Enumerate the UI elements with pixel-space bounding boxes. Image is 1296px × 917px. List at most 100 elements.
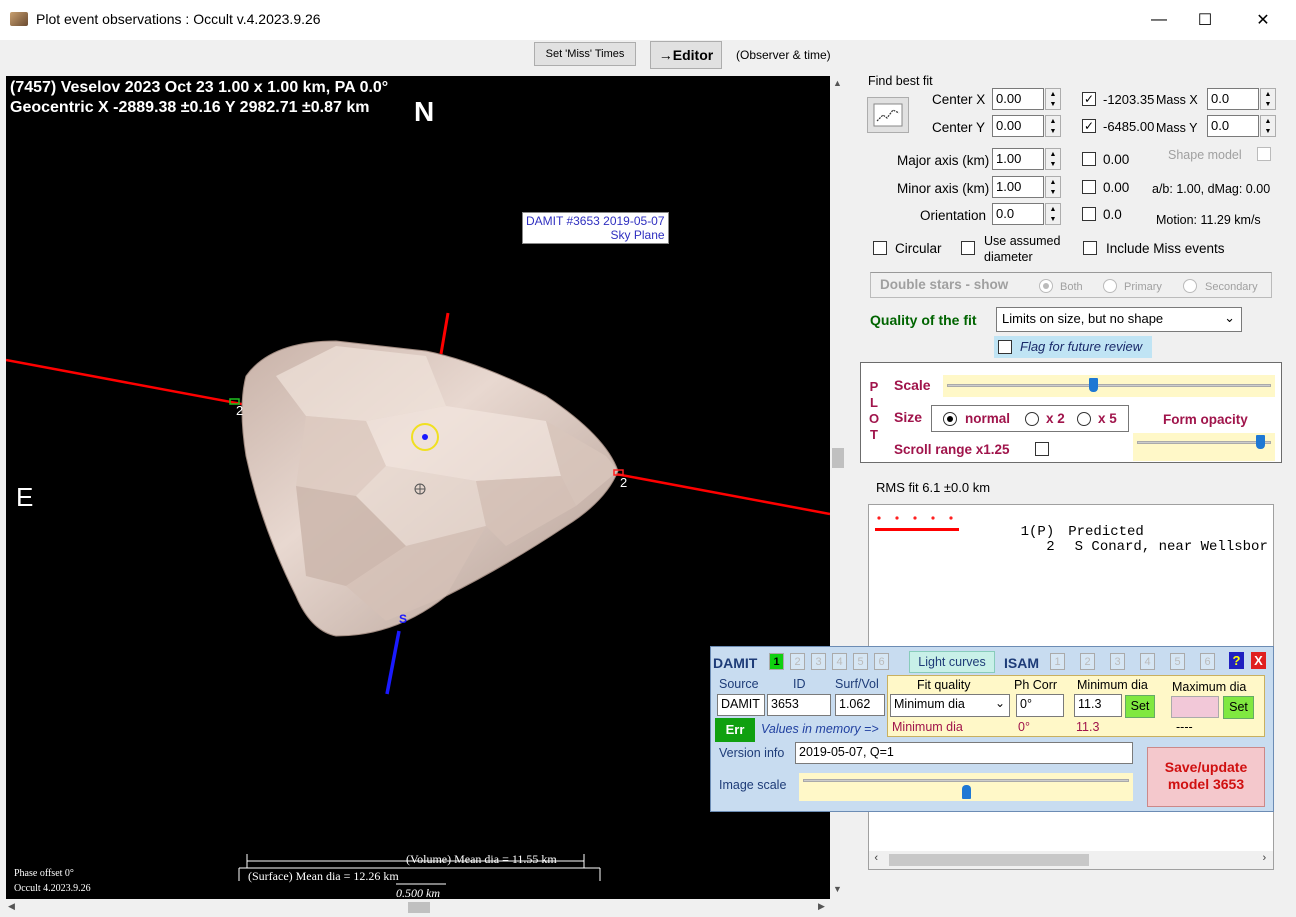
scroll-down-icon[interactable]: ▼	[833, 884, 842, 894]
isam-model-1[interactable]: 1	[1050, 653, 1065, 670]
surf-vol-field[interactable]: 1.062	[835, 694, 885, 716]
fit-quality-label: Fit quality	[917, 678, 971, 692]
center-y-checkbox[interactable]: ✓	[1082, 119, 1096, 133]
damit-plot-label: DAMIT #3653 2019-05-07 Sky Plane	[522, 212, 669, 244]
image-scale-slider[interactable]	[799, 773, 1133, 801]
damit-model-2[interactable]: 2	[790, 653, 805, 670]
minor-axis-readout: 0.00	[1103, 180, 1130, 195]
center-x-input[interactable]: 0.00	[992, 88, 1044, 110]
scroll-right-icon[interactable]: ›	[1261, 853, 1268, 865]
center-y-input[interactable]: 0.00	[992, 115, 1044, 137]
damit-model-3[interactable]: 3	[811, 653, 826, 670]
opacity-slider[interactable]	[1133, 433, 1275, 461]
scroll-left-icon[interactable]: ◀	[8, 901, 15, 912]
damit-model-5[interactable]: 5	[853, 653, 868, 670]
scroll-up-icon[interactable]: ▲	[833, 78, 842, 88]
minor-axis-spinner[interactable]: ▲ ▼	[1045, 176, 1061, 198]
minor-axis-input[interactable]: 1.00	[992, 176, 1044, 198]
legend-row[interactable]: 2 S Conard, near Wellsbor	[987, 523, 1268, 571]
mass-y-input[interactable]: 0.0	[1207, 115, 1259, 137]
center-y-readout: -6485.00	[1103, 119, 1155, 134]
editor-button[interactable]: →Editor	[650, 41, 722, 69]
isam-model-4[interactable]: 4	[1140, 653, 1155, 670]
scroll-right-icon[interactable]: ▶	[818, 901, 825, 912]
min-dia-field[interactable]: 11.3	[1074, 694, 1122, 717]
image-scale-thumb[interactable]	[961, 785, 971, 799]
fit-quality-select[interactable]: Minimum dia ⌄	[890, 694, 1010, 717]
orientation-checkbox[interactable]	[1082, 207, 1096, 221]
double-stars-group: Double stars - show Both Primary Seconda…	[870, 272, 1272, 298]
source-field[interactable]: DAMIT	[717, 694, 765, 716]
light-curves-button[interactable]: Light curves	[909, 651, 995, 673]
include-miss-checkbox[interactable]	[1083, 241, 1097, 255]
opacity-slider-thumb[interactable]	[1255, 435, 1265, 449]
id-field[interactable]: 3653	[767, 694, 831, 716]
scroll-range-checkbox[interactable]	[1035, 442, 1049, 456]
minimize-button[interactable]: —	[1136, 0, 1182, 40]
isam-model-2[interactable]: 2	[1080, 653, 1095, 670]
toolbar: Set 'Miss' Times →Editor (Observer & tim…	[0, 40, 1296, 72]
max-dia-set-button[interactable]: Set	[1223, 696, 1254, 719]
rms-fit-label: RMS fit 6.1 ±0.0 km	[876, 480, 991, 495]
save-update-button[interactable]: Save/update model 3653	[1147, 747, 1265, 807]
min-dia-set-button[interactable]: Set	[1125, 695, 1155, 718]
err-button[interactable]: Err	[715, 718, 755, 742]
max-dia-field[interactable]	[1171, 696, 1219, 718]
ph-corr-field[interactable]: 0°	[1016, 694, 1064, 717]
title-bar: Plot event observations : Occult v.4.202…	[0, 0, 1296, 40]
mass-x-spinner[interactable]: ▲ ▼	[1260, 88, 1276, 110]
isam-title: ISAM	[1004, 655, 1039, 671]
major-axis-spinner[interactable]: ▲ ▼	[1045, 148, 1061, 170]
plot-horizontal-scrollbar[interactable]: ◀ ▶	[6, 899, 847, 916]
set-miss-times-button[interactable]: Set 'Miss' Times	[534, 42, 636, 66]
scale-slider-thumb[interactable]	[1088, 378, 1098, 392]
orientation-input[interactable]: 0.0	[992, 203, 1044, 225]
legend-name: S Conard, near Wellsbor	[1074, 539, 1268, 555]
mass-x-input[interactable]: 0.0	[1207, 88, 1259, 110]
observer-time-label: (Observer & time)	[736, 48, 831, 62]
minor-axis-checkbox[interactable]	[1082, 180, 1096, 194]
size-normal-radio[interactable]	[943, 412, 957, 426]
plot-canvas[interactable]: (7457) Veselov 2023 Oct 23 1.00 x 1.00 k…	[6, 76, 830, 899]
size-x5-radio[interactable]	[1077, 412, 1091, 426]
maximize-button[interactable]: ☐	[1182, 0, 1228, 40]
flag-review-checkbox[interactable]	[998, 340, 1012, 354]
size-label: Size	[894, 409, 923, 425]
center-y-spinner[interactable]: ▲ ▼	[1045, 115, 1061, 137]
quality-select[interactable]: Limits on size, but no shape ⌄	[996, 307, 1242, 332]
south-label: S	[399, 612, 408, 626]
major-axis-checkbox[interactable]	[1082, 152, 1096, 166]
size-normal-label: normal	[965, 411, 1011, 426]
version-info-field[interactable]: 2019-05-07, Q=1	[795, 742, 1133, 764]
close-button[interactable]: ✕	[1240, 0, 1286, 40]
use-assumed-checkbox[interactable]	[961, 241, 975, 255]
size-x2-radio[interactable]	[1025, 412, 1039, 426]
version-info-label: Version info	[719, 746, 785, 760]
south-pole-line	[385, 630, 401, 695]
major-axis-input[interactable]: 1.00	[992, 148, 1044, 170]
legend-hscroll-thumb[interactable]	[889, 854, 1089, 866]
scroll-left-icon[interactable]: ‹	[873, 853, 880, 865]
circular-checkbox[interactable]	[873, 241, 887, 255]
orientation-spinner[interactable]: ▲ ▼	[1045, 203, 1061, 225]
damit-close-icon[interactable]: X	[1251, 652, 1266, 669]
mass-y-spinner[interactable]: ▲ ▼	[1260, 115, 1276, 137]
hscroll-thumb[interactable]	[408, 902, 430, 913]
damit-model-6[interactable]: 6	[874, 653, 889, 670]
isam-model-6[interactable]: 6	[1200, 653, 1215, 670]
minor-axis-label: Minor axis (km)	[897, 181, 990, 196]
help-icon[interactable]: ?	[1229, 652, 1244, 669]
scroll-thumb[interactable]	[832, 448, 844, 468]
damit-model-1[interactable]: 1	[769, 653, 784, 670]
surf-vol-label: Surf/Vol	[835, 677, 879, 691]
orientation-readout: 0.0	[1103, 207, 1122, 222]
center-x-checkbox[interactable]: ✓	[1082, 92, 1096, 106]
legend-hscroll[interactable]: ‹ ›	[869, 851, 1273, 869]
find-best-fit-button[interactable]	[867, 97, 909, 133]
isam-model-5[interactable]: 5	[1170, 653, 1185, 670]
isam-model-3[interactable]: 3	[1110, 653, 1125, 670]
center-x-spinner[interactable]: ▲ ▼	[1045, 88, 1061, 110]
damit-model-4[interactable]: 4	[832, 653, 847, 670]
scale-slider[interactable]	[943, 375, 1275, 397]
flag-review-box[interactable]: Flag for future review	[994, 336, 1152, 358]
